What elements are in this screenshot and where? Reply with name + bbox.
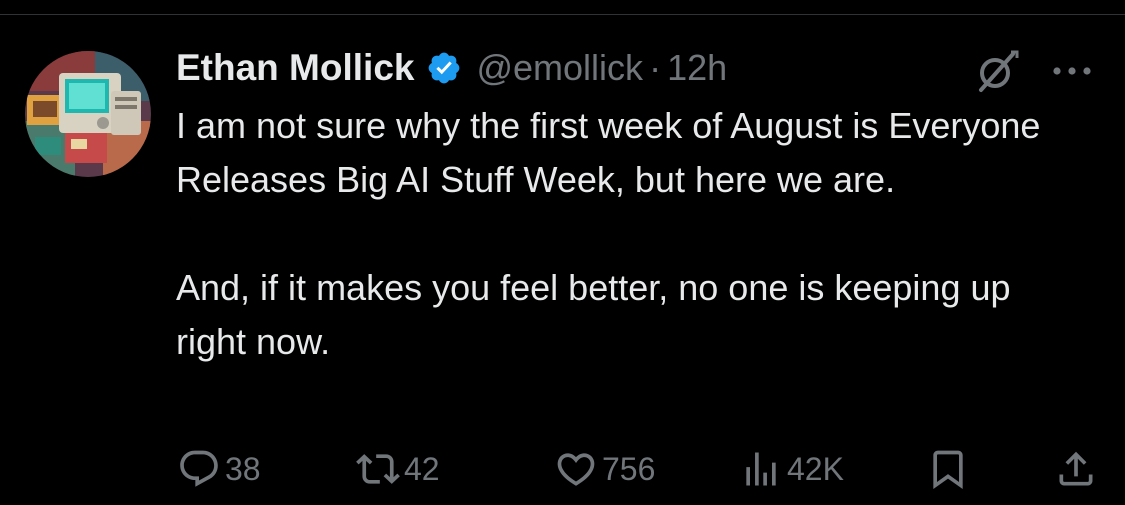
avatar[interactable] [25,51,151,177]
verified-badge-icon[interactable] [426,50,462,86]
reply-button[interactable]: 38 [177,446,261,492]
share-icon [1054,447,1098,491]
bookmark-button[interactable] [926,446,970,492]
like-count: 756 [602,450,656,487]
author-name[interactable]: Ethan Mollick [176,47,414,89]
top-divider [0,0,1125,15]
heart-icon [554,447,598,491]
tweet-header: Ethan Mollick @emollick · 12h [176,44,727,92]
tweet-text: I am not sure why the first week of Augu… [176,99,1086,369]
views-button[interactable]: 42K [739,446,844,492]
reply-icon [177,447,221,491]
reply-count: 38 [225,450,261,487]
timestamp[interactable]: 12h [667,47,727,89]
views-icon [739,447,783,491]
separator-dot: · [649,47,662,88]
tweet-actions: 38 42 756 42K [0,440,1125,500]
tweet-paragraph: And, if it makes you feel better, no one… [176,267,1011,362]
more-icon[interactable] [1049,56,1095,86]
repost-icon [356,447,400,491]
avatar-illustration [25,51,151,177]
grok-icon[interactable] [973,48,1023,94]
share-button[interactable] [1054,446,1098,492]
author-handle[interactable]: @emollick [476,47,643,89]
repost-button[interactable]: 42 [356,446,440,492]
repost-count: 42 [404,450,440,487]
bookmark-icon [926,447,970,491]
views-count: 42K [787,450,844,487]
like-button[interactable]: 756 [554,446,655,492]
tweet-paragraph: I am not sure why the first week of Augu… [176,105,1041,200]
